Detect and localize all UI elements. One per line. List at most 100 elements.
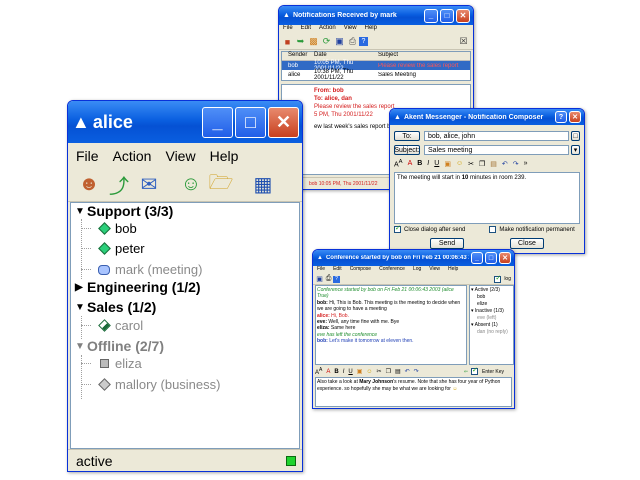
group-engineering[interactable]: ▶ Engineering (1/2) — [75, 279, 201, 295]
send-button[interactable]: Send — [430, 238, 464, 249]
redo-icon[interactable]: ↷ — [414, 368, 419, 375]
print-icon[interactable]: ⎙ — [346, 35, 359, 48]
maximize-button[interactable]: □ — [485, 252, 497, 264]
menu-view[interactable]: View — [340, 25, 361, 34]
more-icon[interactable]: » — [524, 160, 528, 167]
column-sender[interactable]: Sender — [282, 52, 314, 60]
bold-button[interactable]: B — [334, 369, 338, 375]
menu-help[interactable]: Help — [202, 148, 245, 168]
minimize-button[interactable]: _ — [202, 106, 233, 138]
conference-titlebar[interactable]: ▲ Conference started by bob on Fri Feb 2… — [313, 250, 514, 266]
menu-file[interactable]: File — [68, 148, 105, 168]
make-permanent-checkbox[interactable] — [489, 226, 497, 233]
underline-button[interactable]: U — [348, 369, 352, 375]
menu-view[interactable]: View — [157, 148, 201, 168]
menu-help[interactable]: Help — [444, 266, 462, 274]
close-button[interactable]: ✕ — [569, 111, 581, 123]
notifications-titlebar[interactable]: ▲ Notifications Received by mark _ □ ✕ — [279, 6, 473, 25]
smiley-icon[interactable]: ☺ — [456, 160, 463, 167]
message-entry-field[interactable]: Also take a look at Mary Johnson's resum… — [315, 377, 512, 407]
to-button[interactable]: To: — [394, 131, 420, 141]
help-icon[interactable]: ? — [359, 37, 368, 46]
cut-icon[interactable]: ✂ — [377, 368, 382, 375]
refresh-icon[interactable]: ⟳ — [320, 35, 333, 48]
paste-icon[interactable]: ▤ — [395, 368, 401, 375]
close-after-send-checkbox[interactable] — [394, 224, 401, 233]
menu-log[interactable]: Log — [409, 266, 425, 274]
contact-peter[interactable]: peter — [97, 241, 145, 256]
close-button[interactable]: ✕ — [456, 8, 470, 23]
send-file-icon[interactable]: ⤴ — [104, 170, 134, 200]
contact-mallory[interactable]: mallory (business) — [97, 377, 220, 392]
close-button[interactable]: ✕ — [499, 252, 511, 264]
notification-envelope-icon[interactable]: ✉ — [134, 170, 164, 200]
reply-icon[interactable]: ➥ — [294, 35, 307, 48]
chevron-down-icon[interactable]: ▼ — [75, 341, 87, 352]
undo-icon[interactable]: ↶ — [405, 368, 410, 375]
alice-titlebar[interactable]: ▲ alice _ □ ✕ — [68, 101, 302, 143]
conference-icon[interactable]: ☻ — [74, 170, 104, 200]
chart-icon[interactable]: ▩ — [307, 35, 320, 48]
menu-edit[interactable]: Edit — [329, 266, 346, 274]
help-button[interactable]: ? — [555, 111, 567, 123]
maximize-button[interactable]: □ — [440, 8, 454, 23]
composer-titlebar[interactable]: ▲ Akent Messenger - Notification Compose… — [390, 109, 584, 125]
maximize-button[interactable]: □ — [235, 106, 266, 138]
roster-member[interactable]: elize — [471, 301, 512, 308]
column-subject[interactable]: Subject — [378, 52, 470, 60]
group-support[interactable]: ▼ Support (3/3) — [75, 203, 173, 219]
undo-icon[interactable]: ↶ — [502, 160, 508, 168]
menu-file[interactable]: File — [279, 25, 297, 34]
subject-button[interactable]: Subject: — [394, 145, 420, 155]
paste-icon[interactable]: ▤ — [490, 160, 497, 168]
font-color-icon[interactable]: A — [408, 160, 413, 167]
font-size-icon[interactable]: AA — [394, 159, 403, 168]
send-arrow-icon[interactable]: ⇐ — [464, 369, 468, 375]
table-row[interactable]: alice 10:38 PM, Thu 2001/11/22 Sales Mee… — [282, 69, 470, 81]
copy-icon[interactable]: ❐ — [479, 160, 485, 168]
subject-field[interactable]: Sales meeting — [424, 145, 569, 155]
contact-bob[interactable]: bob — [97, 221, 137, 236]
close-button[interactable]: ✕ — [268, 106, 299, 138]
menu-compose[interactable]: Compose — [346, 266, 375, 274]
contact-eliza[interactable]: eliza — [97, 356, 142, 371]
presence-status[interactable]: active — [76, 453, 113, 469]
image-icon[interactable]: ▣ — [444, 160, 451, 168]
subject-dropdown-icon[interactable]: ▾ — [571, 145, 580, 155]
contact-carol[interactable]: carol — [97, 318, 143, 333]
minimize-button[interactable]: _ — [424, 8, 438, 23]
menu-action[interactable]: Action — [105, 148, 158, 168]
chevron-down-icon[interactable]: ▼ — [75, 206, 87, 217]
chevron-down-icon[interactable]: ▼ — [75, 302, 87, 313]
roster-active-group[interactable]: ▾ Active (2/3) — [471, 287, 512, 294]
menu-view[interactable]: View — [425, 266, 444, 274]
font-size-icon[interactable]: AA — [315, 367, 322, 376]
close-dialog-button[interactable]: Close — [510, 238, 544, 249]
smiley-icon[interactable]: ☺ — [366, 369, 372, 375]
menu-edit[interactable]: Edit — [297, 25, 315, 34]
print-icon[interactable]: ⎙ — [324, 275, 333, 284]
italic-button[interactable]: I — [343, 369, 345, 375]
save-icon[interactable]: ▣ — [333, 35, 346, 48]
roster-absent-group[interactable]: ▾ Absent (1) — [471, 322, 512, 329]
roster-member[interactable]: dan (no reply) — [471, 329, 512, 336]
add-contact-icon[interactable]: ☺ — [176, 170, 206, 200]
cut-icon[interactable]: ✂ — [468, 160, 474, 168]
font-color-icon[interactable]: A — [326, 369, 330, 375]
chevron-right-icon[interactable]: ▶ — [75, 282, 87, 293]
menu-action[interactable]: Action — [315, 25, 340, 34]
enter-key-checkbox[interactable] — [471, 366, 479, 375]
image-icon[interactable]: ▣ — [357, 368, 363, 375]
roster-member[interactable]: eve (left) — [471, 315, 512, 322]
bold-button[interactable]: B — [417, 160, 422, 167]
copy-icon[interactable]: ❐ — [386, 368, 391, 375]
log-checkbox[interactable] — [494, 274, 502, 283]
minimize-button[interactable]: _ — [471, 252, 483, 264]
contact-mark[interactable]: mark (meeting) — [97, 262, 202, 277]
close-pane-icon[interactable]: ☒ — [457, 35, 470, 48]
add-group-icon[interactable]: 🗁 — [206, 170, 236, 200]
menu-file[interactable]: File — [313, 266, 329, 274]
group-sales[interactable]: ▼ Sales (1/2) — [75, 299, 156, 315]
clear-to-button[interactable]: □ — [571, 131, 580, 141]
to-field[interactable]: bob, alice, john — [424, 131, 569, 141]
